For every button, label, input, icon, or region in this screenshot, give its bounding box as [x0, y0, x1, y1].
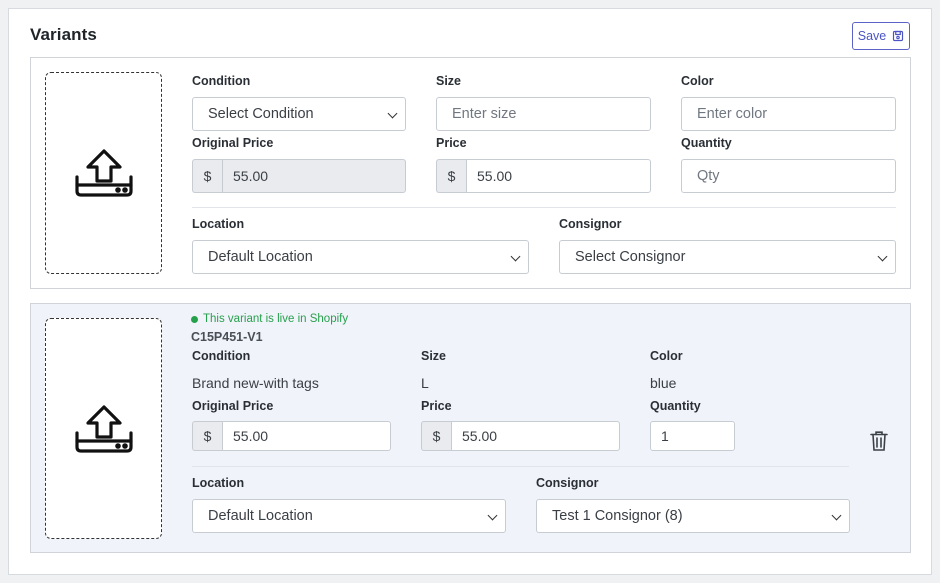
currency-addon: $ [192, 159, 222, 193]
quantity-input[interactable]: Qty [681, 159, 896, 193]
save-icon [893, 30, 904, 42]
upload-icon [74, 149, 133, 197]
currency-addon: $ [436, 159, 466, 193]
price-input[interactable]: 55.00 [466, 159, 651, 193]
divider [192, 466, 849, 467]
color-input[interactable]: Enter color [681, 97, 896, 131]
price-group: $ 55.00 [436, 159, 651, 193]
size-input[interactable]: Enter size [436, 97, 651, 131]
quantity-label: Quantity [650, 399, 701, 413]
condition-label: Condition [192, 349, 251, 363]
price-input[interactable]: 55.00 [451, 421, 620, 451]
color-value: blue [650, 375, 677, 391]
consignor-label: Consignor [536, 476, 599, 490]
variants-card: Variants Save Condition Select Condition… [8, 8, 932, 575]
quantity-label: Quantity [681, 136, 732, 150]
size-value: L [421, 375, 429, 391]
currency-addon: $ [421, 421, 451, 451]
consignor-label: Consignor [559, 217, 622, 231]
new-variant-form: Condition Select Condition Size Enter si… [30, 57, 911, 289]
divider [192, 207, 896, 208]
save-button[interactable]: Save [852, 22, 910, 50]
condition-select[interactable]: Select Condition [192, 97, 406, 131]
original-price-group: $ 55.00 [192, 421, 391, 451]
image-upload-dropzone[interactable] [45, 72, 162, 274]
original-price-group: $ 55.00 [192, 159, 406, 193]
original-price-label: Original Price [192, 136, 274, 150]
live-status-text: This variant is live in Shopify [203, 313, 349, 325]
card-title: Variants [30, 25, 97, 44]
status-dot-icon [191, 315, 198, 323]
price-label: Price [436, 136, 467, 150]
trash-icon[interactable] [869, 430, 889, 452]
image-upload-dropzone[interactable] [45, 318, 162, 539]
location-label: Location [192, 476, 245, 490]
variant-sku: C15P451-V1 [191, 330, 263, 344]
size-label: Size [421, 349, 447, 363]
original-price-input[interactable]: 55.00 [222, 421, 391, 451]
price-label: Price [421, 399, 452, 413]
location-label: Location [192, 217, 245, 231]
existing-variant: This variant is live in Shopify C15P451-… [30, 303, 911, 553]
original-price-input: 55.00 [222, 159, 406, 193]
original-price-label: Original Price [192, 399, 274, 413]
price-group: $ 55.00 [421, 421, 620, 451]
live-status: This variant is live in Shopify [191, 313, 348, 325]
currency-addon: $ [192, 421, 222, 451]
size-label: Size [436, 74, 462, 88]
color-label: Color [681, 74, 714, 88]
condition-value: Brand new-with tags [192, 375, 319, 391]
consignor-select[interactable]: Test 1 Consignor (8) [536, 499, 850, 533]
location-select[interactable]: Default Location [192, 499, 506, 533]
location-select[interactable]: Default Location [192, 240, 529, 274]
color-label: Color [650, 349, 683, 363]
upload-icon [74, 404, 133, 453]
condition-label: Condition [192, 74, 251, 88]
consignor-select[interactable]: Select Consignor [559, 240, 896, 274]
quantity-input[interactable]: 1 [650, 421, 735, 451]
save-label: Save [857, 29, 887, 43]
